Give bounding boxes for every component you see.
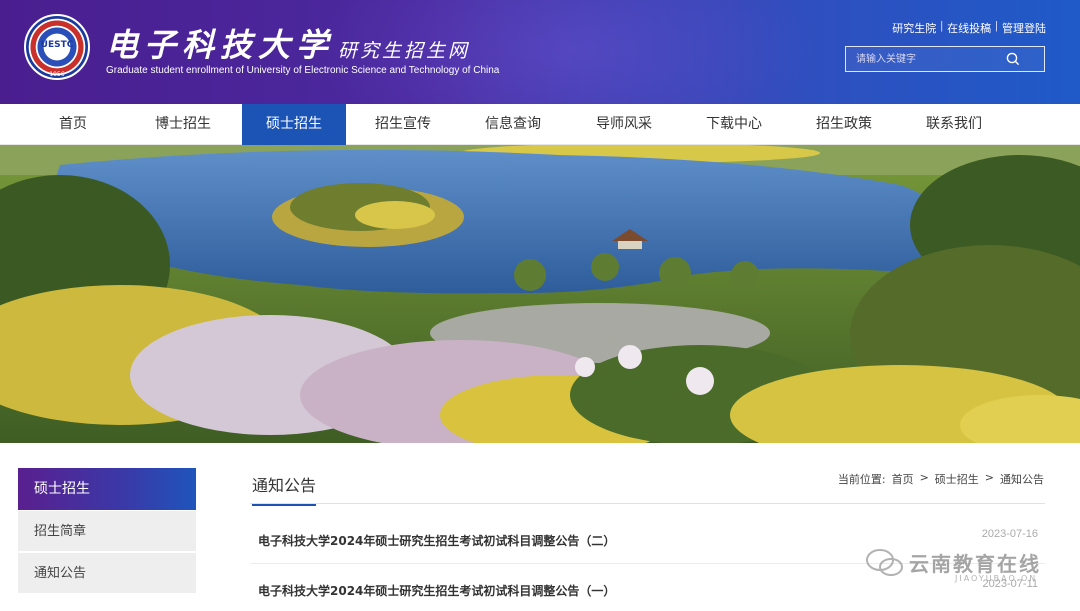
nav-policy[interactable]: 招生政策 (792, 104, 896, 145)
search-input[interactable] (856, 50, 1006, 68)
campus-banner-image (0, 145, 1080, 443)
news-title[interactable]: 电子科技大学2024年硕士研究生招生考试初试科目调整公告（二） (258, 532, 615, 549)
site-title: 电子科技大学 (106, 26, 335, 64)
site-subtitle: 研究生招生网 (338, 40, 471, 62)
watermark-text: 云南教育在线 (909, 552, 1041, 576)
nav-publicity[interactable]: 招生宣传 (351, 104, 455, 145)
nav-masters[interactable]: 硕士招生 (242, 104, 346, 145)
breadcrumb-separator: > (984, 471, 994, 484)
breadcrumb-separator: > (919, 471, 929, 484)
logo-text: UESTC (40, 40, 74, 50)
divider (250, 503, 1045, 504)
news-title[interactable]: 电子科技大学2024年硕士研究生招生考试初试科目调整公告（一） (258, 582, 615, 599)
breadcrumb-home[interactable]: 首页 (892, 471, 914, 487)
section-title: 通知公告 (252, 472, 317, 506)
top-link-graduate-school[interactable]: 研究生院 (892, 20, 936, 36)
search-icon[interactable] (1006, 52, 1020, 66)
watermark: 云南教育在线 JIAOYUBAO.ON (865, 536, 1065, 596)
nav-contact[interactable]: 联系我们 (902, 104, 1006, 145)
site-title-english: Graduate student enrollment of Universit… (106, 65, 500, 76)
sidebar-item-notices[interactable]: 通知公告 (18, 553, 196, 594)
logo-year: 1956 (49, 71, 65, 78)
watermark-domain: JIAOYUBAO.ON (955, 574, 1038, 583)
site-header: UESTC 1956 电子科技大学 研究生招生网 Graduate studen… (0, 0, 1080, 104)
top-links: 研究生院 | 在线投稿 | 管理登陆 (892, 20, 1046, 36)
nav-doctoral[interactable]: 博士招生 (131, 104, 235, 145)
nav-home[interactable]: 首页 (21, 104, 125, 145)
breadcrumb: 当前位置: 首页 > 硕士招生 > 通知公告 (838, 471, 1044, 487)
sidebar-heading[interactable]: 硕士招生 (18, 468, 196, 510)
sidebar-item-admission-brochure[interactable]: 招生简章 (18, 511, 196, 552)
search-box (845, 46, 1045, 72)
nav-downloads[interactable]: 下载中心 (682, 104, 786, 145)
breadcrumb-label: 当前位置: (837, 473, 886, 486)
breadcrumb-notices[interactable]: 通知公告 (1000, 471, 1044, 487)
top-link-submission[interactable]: 在线投稿 (947, 20, 991, 36)
top-link-admin-login[interactable]: 管理登陆 (1002, 20, 1046, 36)
nav-info-query[interactable]: 信息查询 (461, 104, 565, 145)
separator: | (940, 20, 944, 32)
separator: | (995, 20, 998, 32)
nav-supervisors[interactable]: 导师风采 (572, 104, 676, 145)
wechat-icon (866, 549, 903, 576)
breadcrumb-masters[interactable]: 硕士招生 (935, 471, 979, 487)
main-nav: 首页 博士招生 硕士招生 招生宣传 信息查询 导师风采 下载中心 招生政策 联系… (0, 104, 1080, 145)
